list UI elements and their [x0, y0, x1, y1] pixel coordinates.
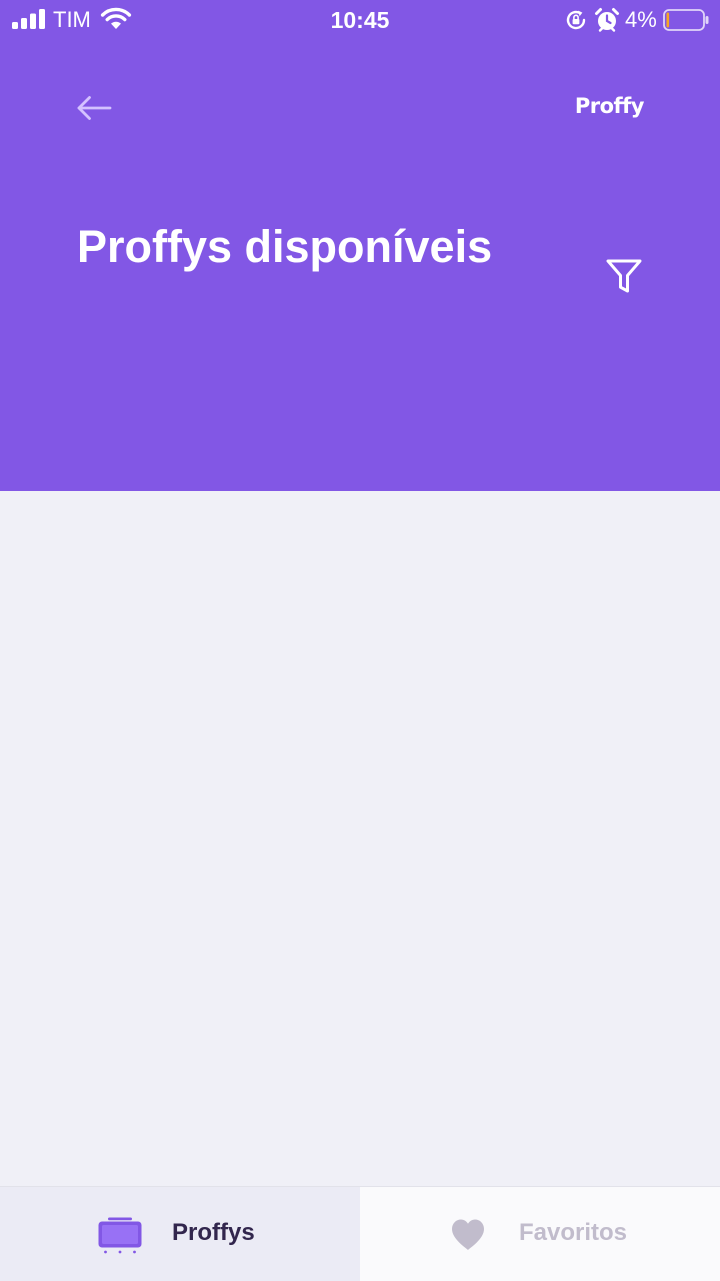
filter-icon	[606, 259, 642, 293]
alarm-icon	[595, 8, 619, 32]
page-header: TIM 10:45 4% Proffy Proffys disponíveis	[0, 0, 720, 491]
back-button[interactable]	[72, 88, 116, 128]
tv-icon	[98, 1217, 142, 1254]
rotation-lock-icon	[566, 10, 586, 30]
heart-icon	[452, 1219, 484, 1250]
battery-icon	[663, 9, 709, 31]
arrow-left-icon	[77, 96, 112, 120]
tab-favoritos[interactable]: Favoritos	[360, 1187, 720, 1281]
tab-proffys-label: Proffys	[172, 1219, 255, 1246]
filter-button[interactable]	[600, 254, 648, 298]
tab-favoritos-label: Favoritos	[519, 1219, 628, 1246]
tab-bar: Proffys Favoritos	[0, 1186, 720, 1281]
proffy-list	[0, 491, 720, 1186]
tab-proffys[interactable]: Proffys	[0, 1187, 360, 1281]
page-title: Proffys disponíveis	[77, 221, 493, 272]
proffy-logo: Proffy	[574, 94, 645, 118]
battery-percentage: 4%	[625, 7, 657, 32]
status-bar: TIM 10:45 4%	[0, 0, 720, 40]
